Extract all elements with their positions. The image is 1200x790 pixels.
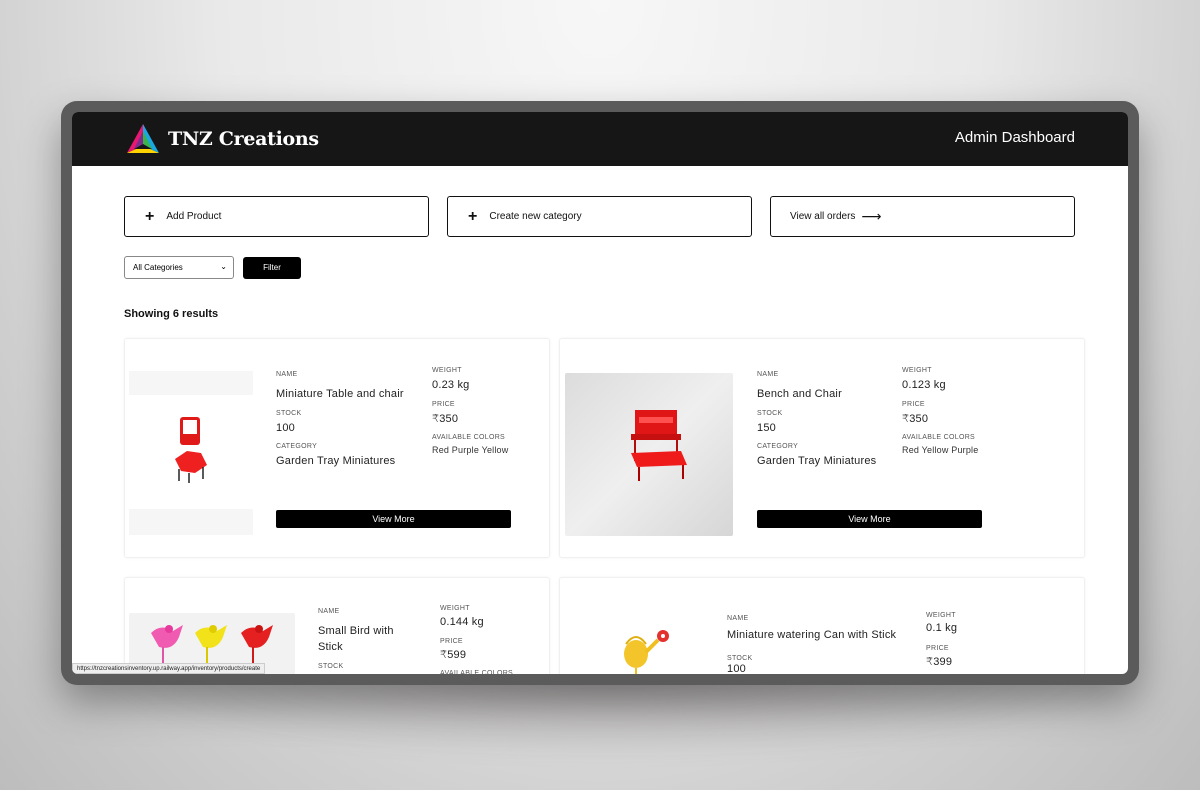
stock-label: STOCK — [757, 410, 783, 417]
brand[interactable]: TNZ Creations — [124, 122, 319, 156]
stock-label: STOCK — [276, 410, 302, 417]
product-card: NAME Miniature watering Can with Stick S… — [559, 577, 1085, 674]
product-price: ₹350 — [432, 413, 459, 425]
product-image — [600, 618, 680, 674]
product-stock: 150 — [757, 422, 776, 434]
category-label: CATEGORY — [757, 443, 799, 450]
weight-label: WEIGHT — [902, 367, 932, 374]
product-colors: Red Yellow Purple — [902, 445, 979, 455]
product-category: Garden Tray Miniatures — [757, 455, 877, 467]
price-label: PRICE — [926, 645, 949, 652]
product-image — [129, 371, 253, 535]
filter-row: All Categories ⌄ Filter — [124, 256, 301, 279]
product-card: NAME Miniature Table and chair STOCK 100… — [124, 338, 550, 558]
product-card: NAME Bench and Chair STOCK 150 CATEGORY … — [559, 338, 1085, 558]
name-label: NAME — [276, 371, 298, 378]
category-label: CATEGORY — [276, 443, 318, 450]
view-more-button[interactable]: View More — [276, 510, 511, 528]
stock-label: STOCK — [318, 663, 344, 670]
name-label: NAME — [318, 608, 340, 615]
product-name: Miniature Table and chair — [276, 388, 404, 400]
product-stock: 100 — [727, 663, 746, 674]
browser-frame: TNZ Creations Admin Dashboard + Add Prod… — [61, 101, 1139, 685]
product-weight: 0.1 kg — [926, 622, 958, 634]
product-card: NAME Small Bird with Stick STOCK WEIGHT … — [124, 577, 550, 674]
category-select[interactable]: All Categories ⌄ — [124, 256, 234, 279]
product-weight: 0.23 kg — [432, 379, 470, 391]
product-name: Miniature watering Can with Stick — [727, 629, 897, 641]
weight-label: WEIGHT — [432, 367, 462, 374]
product-stock: 100 — [276, 422, 295, 434]
stock-label: STOCK — [727, 655, 753, 662]
weight-label: WEIGHT — [440, 605, 470, 612]
name-label: NAME — [757, 371, 779, 378]
admin-dashboard-link[interactable]: Admin Dashboard — [955, 129, 1075, 146]
chevron-down-icon: ⌄ — [220, 262, 227, 271]
plus-icon: + — [145, 207, 155, 225]
results-count: Showing 6 results — [124, 308, 219, 320]
filter-button[interactable]: Filter — [243, 256, 301, 279]
view-orders-label: View all orders — [790, 211, 856, 222]
product-colors: Red Purple Yellow — [432, 445, 509, 455]
product-price: ₹399 — [926, 656, 953, 668]
app-screen: TNZ Creations Admin Dashboard + Add Prod… — [72, 112, 1128, 674]
product-weight: 0.144 kg — [440, 616, 484, 628]
price-label: PRICE — [432, 401, 455, 408]
product-price: ₹350 — [902, 413, 929, 425]
brand-name: TNZ Creations — [168, 128, 319, 150]
product-weight: 0.123 kg — [902, 379, 946, 391]
view-orders-button[interactable]: View all orders ⟶ — [770, 196, 1075, 237]
product-name: Bench and Chair — [757, 388, 842, 400]
colors-label: AVAILABLE COLORS — [440, 670, 514, 674]
category-select-value: All Categories — [133, 263, 183, 272]
view-more-button[interactable]: View More — [757, 510, 982, 528]
add-product-button[interactable]: + Add Product — [124, 196, 429, 237]
colors-label: AVAILABLE COLORS — [432, 434, 506, 441]
product-category: Garden Tray Miniatures — [276, 455, 396, 467]
price-label: PRICE — [902, 401, 925, 408]
logo-icon — [127, 124, 159, 153]
navbar: TNZ Creations Admin Dashboard — [72, 112, 1128, 166]
plus-icon: + — [468, 207, 478, 225]
status-bar-url: https://tnzcreationsinventory.up.railway… — [72, 663, 266, 674]
weight-label: WEIGHT — [926, 612, 956, 619]
product-price: ₹599 — [440, 649, 467, 661]
product-image — [565, 373, 733, 536]
add-product-label: Add Product — [166, 211, 222, 222]
create-category-button[interactable]: + Create new category — [447, 196, 752, 237]
product-name: Small Bird with Stick — [318, 625, 394, 653]
name-label: NAME — [727, 615, 749, 622]
create-category-label: Create new category — [489, 211, 582, 222]
arrow-right-icon: ⟶ — [861, 208, 882, 224]
colors-label: AVAILABLE COLORS — [902, 434, 976, 441]
price-label: PRICE — [440, 638, 463, 645]
